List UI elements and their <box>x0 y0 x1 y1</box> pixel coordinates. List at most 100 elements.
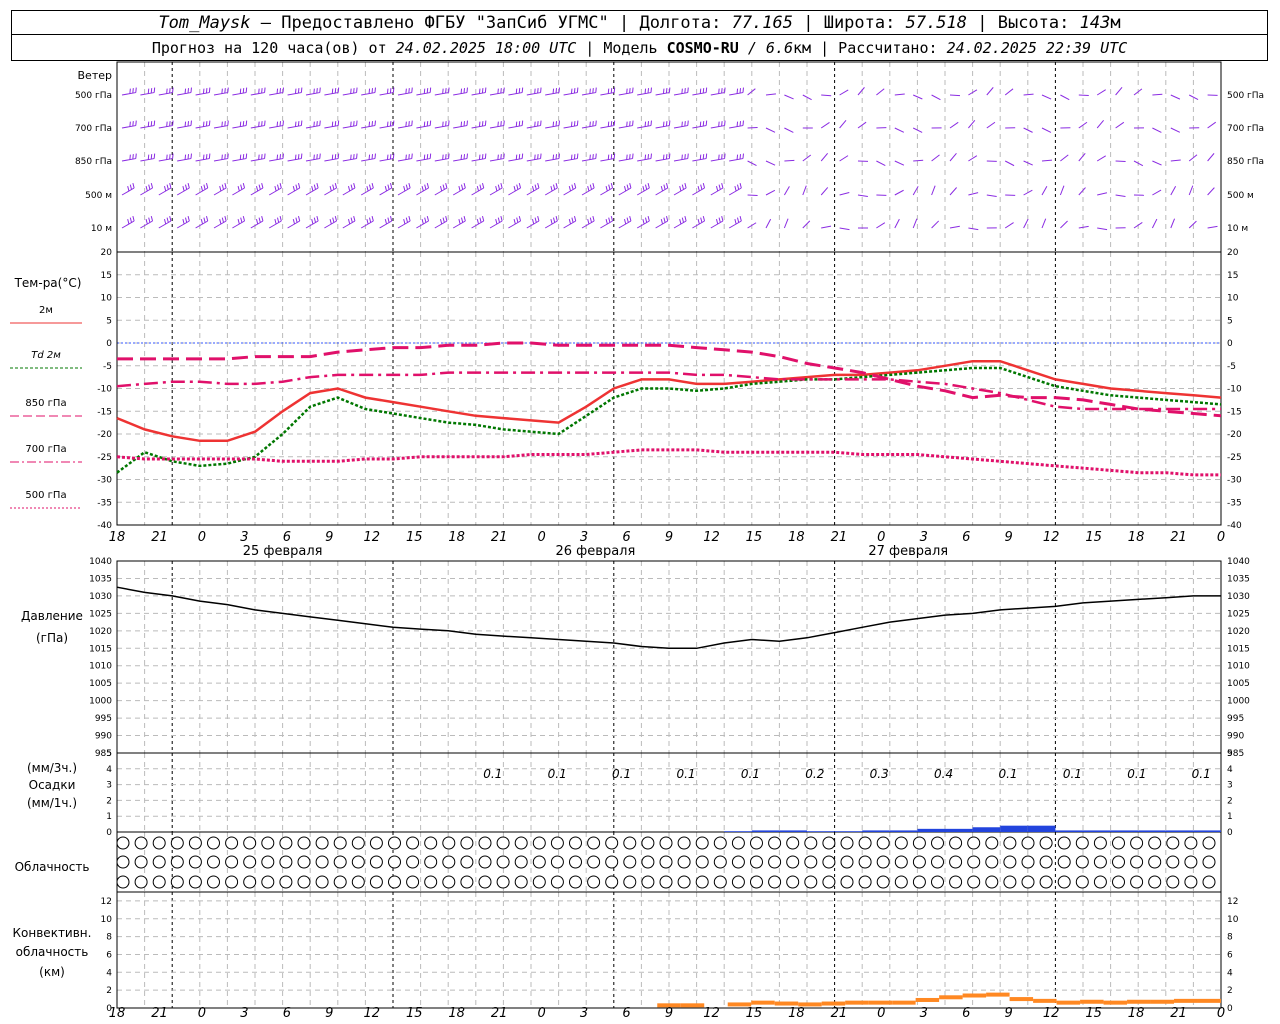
temp-tick-right: -15 <box>1227 407 1242 417</box>
temp-tick-left: -30 <box>97 476 112 486</box>
wind-barb <box>1004 222 1014 229</box>
conv-bar <box>1009 997 1034 1002</box>
cloud-symbol <box>1130 836 1144 850</box>
hour-tick: 6 <box>622 530 630 545</box>
wind-barb <box>361 125 376 129</box>
cloud-symbol <box>315 836 329 850</box>
precip-tick-left: 5 <box>106 749 112 759</box>
wind-barb <box>765 160 776 166</box>
wind-barb <box>821 225 832 229</box>
wind-barb-flag <box>552 217 556 223</box>
precip-amount: 0.3 <box>870 767 889 781</box>
wind-barb <box>581 92 596 96</box>
wind-barb <box>655 125 670 129</box>
wind-barb-flag <box>148 217 151 223</box>
wind-barb <box>397 158 412 162</box>
cloud-symbol <box>1075 855 1089 869</box>
wind-title: Ветер <box>78 69 112 82</box>
hour-tick: 21 <box>491 1006 508 1021</box>
cloud-symbol <box>641 855 655 869</box>
wind-barb-flag <box>421 219 424 225</box>
wind-barb <box>784 159 795 162</box>
cloud-symbol <box>750 836 763 850</box>
cloud-symbol <box>822 875 836 889</box>
wind-barb <box>618 125 633 129</box>
precip-amount: 0.2 <box>805 767 824 781</box>
wind-barb-flag <box>169 216 172 222</box>
wind-barb-flag <box>129 217 133 223</box>
wind-barb <box>177 158 192 162</box>
wind-barb-flag <box>371 216 374 222</box>
wind-barb-flag <box>587 186 590 192</box>
cloud-symbol <box>1039 855 1053 869</box>
wind-barb <box>453 125 468 129</box>
wind-barb-flag <box>292 219 296 225</box>
cloud-symbol <box>550 836 564 850</box>
wind-barb <box>857 194 868 197</box>
wind-barb-flag <box>721 183 724 189</box>
wind-barb-flag <box>368 184 372 190</box>
cloud-symbol <box>315 855 329 869</box>
wind-barb <box>894 218 900 229</box>
wind-barb <box>1023 93 1034 96</box>
wind-barb-flag <box>240 217 243 223</box>
precip-tick-right: 0 <box>1227 828 1233 838</box>
wind-barb <box>1078 225 1089 229</box>
cloud-symbol <box>876 836 890 850</box>
wind-barb <box>1115 121 1125 129</box>
cloud-symbol <box>207 836 220 850</box>
cloud-symbol <box>1003 875 1017 889</box>
cloud-symbol <box>967 836 981 850</box>
pressure-tick-right: 1005 <box>1227 679 1250 689</box>
cloud-symbol <box>1003 836 1017 850</box>
wind-barb-flag <box>332 184 335 190</box>
wind-barb-flag <box>513 186 516 192</box>
conv-bar <box>915 997 940 1002</box>
wind-barb <box>1170 94 1181 100</box>
precip-bar <box>807 831 835 832</box>
wind-barb <box>820 187 829 196</box>
cloud-symbol <box>460 875 474 889</box>
wind-barb-flag <box>405 184 409 190</box>
wind-barb-flag <box>439 186 443 192</box>
cloud-symbol <box>261 875 275 889</box>
temp-tick-right: 15 <box>1227 271 1238 281</box>
date-label: 26 февраля <box>556 544 636 559</box>
wind-barb <box>692 92 707 96</box>
cloud-symbol <box>569 875 582 889</box>
temp-tick-left: 10 <box>101 294 113 304</box>
wind-barb-flag <box>169 183 172 189</box>
cloud-symbol <box>170 855 184 869</box>
wind-barb <box>526 92 541 96</box>
wind-barb <box>618 158 633 162</box>
cloud-title: Облачность <box>15 860 90 874</box>
precip-amount: 0.1 <box>1192 767 1211 781</box>
wind-barb-flag <box>242 183 246 189</box>
cloud-symbol <box>931 855 944 869</box>
wind-barb-flag <box>255 219 259 225</box>
wind-barb-flag <box>187 183 190 189</box>
precip-bar <box>1055 830 1083 832</box>
wind-barb-flag <box>500 183 503 189</box>
wind-barb-flag <box>426 216 430 222</box>
wind-barb <box>857 87 865 96</box>
temp-tick-left: 0 <box>106 339 112 349</box>
cloud-symbol <box>1093 836 1107 850</box>
wind-level-left: 850 гПа <box>75 157 112 167</box>
wind-barb-flag <box>408 183 411 189</box>
cloud-symbol <box>1112 875 1125 889</box>
wind-barb-flag <box>384 219 388 225</box>
wind-barb-flag <box>555 183 558 189</box>
wind-barb <box>1115 87 1123 96</box>
wind-barb <box>287 125 302 129</box>
cloud-symbol <box>478 836 492 850</box>
wind-barb-flag <box>258 184 261 190</box>
wind-barb <box>802 185 807 196</box>
wind-barb-flag <box>463 183 466 189</box>
wind-barb <box>710 125 725 129</box>
hour-tick: 0 <box>1217 530 1225 545</box>
wind-barb-flag <box>721 216 724 222</box>
precip-amount: 0.4 <box>934 767 953 781</box>
wind-barb-flag <box>424 184 427 190</box>
wind-barb <box>397 125 412 129</box>
